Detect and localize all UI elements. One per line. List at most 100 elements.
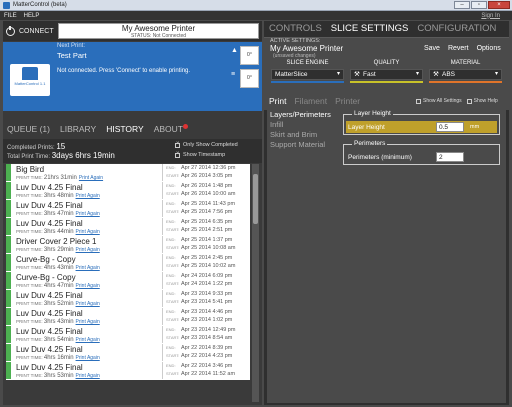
history-row[interactable]: Curve-Bg - Copy PRINT TIME: 4hrs 47min Pri… [6, 272, 250, 290]
settings-tab-bar: Print Filament Printer [269, 96, 368, 106]
print-again-link[interactable]: Print Again [76, 193, 100, 199]
category-skirt-brim[interactable]: Skirt and Brim [270, 130, 331, 140]
history-row[interactable]: Curve-Bg - Copy PRINT TIME: 4hrs 43min Pri… [6, 254, 250, 272]
options-button[interactable]: Options [477, 45, 501, 52]
print-again-link[interactable]: Print Again [76, 265, 100, 271]
only-completed-toggle[interactable]: Only Show Completed [175, 141, 238, 148]
maximize-button[interactable]: ▫ [471, 1, 487, 9]
print-again-link[interactable]: Print Again [76, 355, 100, 361]
history-row[interactable]: Luv Duv 4.25 Final PRINT TIME: 3hrs 53min… [6, 362, 250, 380]
show-timestamp-checkbox[interactable] [175, 151, 180, 158]
perimeters-row: Perimeters (minimum) [346, 151, 497, 163]
history-scrollbar-thumb[interactable] [253, 174, 258, 224]
end-label: END: [166, 183, 176, 188]
layer-height-unit: mm [470, 124, 480, 130]
print-time-value: 3hrs 54min [43, 337, 74, 343]
tab-filament[interactable]: Filament [294, 96, 327, 106]
connect-button[interactable]: CONNECT [6, 24, 56, 38]
revert-button[interactable]: Revert [448, 45, 469, 52]
start-label: START: [166, 353, 180, 358]
history-item-dates: END: Apr 23 2014 4:46 pm START: Apr 23 2014… [162, 308, 250, 325]
print-again-link[interactable]: Print Again [76, 247, 100, 253]
history-item-name: Luv Duv 4.25 Final [16, 201, 83, 210]
end-label: END: [166, 237, 176, 242]
bed-icon: ≡ [231, 71, 236, 78]
completed-indicator [6, 182, 11, 199]
start-date: Apr 25 2014 10:02 am [181, 263, 236, 269]
print-again-link[interactable]: Print Again [76, 283, 100, 289]
print-again-link[interactable]: Print Again [76, 373, 100, 379]
completed-indicator [6, 326, 11, 343]
sign-in-link[interactable]: Sign In [481, 13, 500, 19]
settings-content: Layers/Perimeters Infill Skirt and Brim … [267, 107, 506, 403]
history-item-print-time: PRINT TIME: 3hrs 54min Print Again [16, 337, 100, 343]
window-titlebar: MatterControl (beta) – ▫ × [0, 0, 512, 11]
history-row[interactable]: Big Bird PRINT TIME: 21hrs 31min Print Aga… [6, 164, 250, 182]
print-again-link[interactable]: Print Again [76, 229, 100, 235]
extruder-temp[interactable]: 0° [240, 46, 259, 65]
close-button[interactable]: × [488, 1, 510, 9]
tab-print[interactable]: Print [269, 96, 286, 106]
printer-selector[interactable]: My Awesome Printer STATUS: Not Connected [58, 23, 259, 39]
save-button[interactable]: Save [424, 45, 440, 52]
tab-about[interactable]: ABOUT [154, 124, 189, 138]
bed-temp[interactable]: 0° [240, 69, 259, 88]
history-item-name: Curve-Bg - Copy [16, 273, 76, 282]
history-item-dates: END: Apr 23 2014 12:49 pm START: Apr 23 201… [162, 326, 250, 343]
tab-printer[interactable]: Printer [335, 96, 360, 106]
history-row[interactable]: Luv Duv 4.25 Final PRINT TIME: 3hrs 44min… [6, 218, 250, 236]
print-time-label: PRINT TIME: [16, 373, 43, 378]
print-again-link[interactable]: Print Again [76, 301, 100, 307]
print-again-link[interactable]: Print Again [76, 211, 100, 217]
start-label: START: [166, 191, 180, 196]
quality-select[interactable]: ⚒ Fast [350, 69, 423, 80]
perimeters-group: Perimeters Perimeters (minimum) [343, 140, 500, 165]
history-row[interactable]: Luv Duv 4.25 Final PRINT TIME: 4hrs 16min… [6, 344, 250, 362]
history-row[interactable]: Luv Duv 4.25 Final PRINT TIME: 3hrs 48min… [6, 182, 250, 200]
print-again-link[interactable]: Print Again [76, 319, 100, 325]
layer-height-input[interactable] [436, 122, 464, 132]
print-again-link[interactable]: Print Again [76, 337, 100, 343]
show-help-checkbox[interactable] [466, 98, 472, 104]
extruder-icon: ▲ [231, 47, 238, 54]
tab-configuration[interactable]: CONFIGURATION [417, 23, 496, 34]
show-all-settings-checkbox[interactable] [416, 98, 421, 104]
completed-indicator [6, 272, 11, 289]
tab-history[interactable]: HISTORY [106, 124, 143, 138]
tab-slice-settings[interactable]: SLICE SETTINGS [331, 23, 409, 34]
print-time-label: PRINT TIME: [16, 229, 43, 234]
quality-value: Fast [363, 71, 376, 78]
material-color-bar [429, 81, 502, 83]
menu-help[interactable]: HELP [24, 13, 40, 19]
tab-queue[interactable]: QUEUE (1) [7, 124, 50, 138]
show-timestamp-toggle[interactable]: Show Timestamp [175, 151, 225, 158]
material-select[interactable]: ⚒ ABS [429, 69, 502, 80]
end-label: END: [166, 363, 176, 368]
history-item-dates: END: Apr 24 2014 6:09 pm START: Apr 24 2014… [162, 272, 250, 289]
history-row[interactable]: Luv Duv 4.25 Final PRINT TIME: 3hrs 47min… [6, 200, 250, 218]
only-completed-checkbox[interactable] [175, 141, 180, 148]
tab-controls[interactable]: CONTROLS [269, 23, 322, 34]
history-row[interactable]: Driver Cover 2 Piece 1 PRINT TIME: 3hrs 2… [6, 236, 250, 254]
perimeters-input[interactable] [436, 152, 464, 162]
category-layers-perimeters[interactable]: Layers/Perimeters [270, 110, 331, 120]
total-print-time: Total Print Time: 3days 6hrs 19min [7, 151, 115, 160]
menu-bar: FILE HELP Sign In [0, 11, 512, 20]
mattercontrol-logo: MatterControl 1.1 [10, 64, 50, 96]
history-row[interactable]: Luv Duv 4.25 Final PRINT TIME: 3hrs 52min… [6, 290, 250, 308]
history-row[interactable]: Luv Duv 4.25 Final PRINT TIME: 3hrs 54min… [6, 326, 250, 344]
history-row[interactable]: Luv Duv 4.25 Final PRINT TIME: 3hrs 43min… [6, 308, 250, 326]
menu-file[interactable]: FILE [4, 13, 17, 19]
history-scrollbar[interactable] [252, 164, 259, 402]
print-again-link[interactable]: Print Again [79, 175, 103, 181]
right-tab-bar: CONTROLS SLICE SETTINGS CONFIGURATION [269, 23, 505, 34]
minimize-button[interactable]: – [454, 1, 470, 9]
history-item-print-time: PRINT TIME: 3hrs 52min Print Again [16, 301, 100, 307]
category-infill[interactable]: Infill [270, 120, 331, 130]
slice-engine-color-bar [271, 81, 344, 83]
tab-library[interactable]: LIBRARY [60, 124, 96, 138]
category-support-material[interactable]: Support Material [270, 140, 331, 150]
slice-engine-select[interactable]: MatterSlice [271, 69, 344, 80]
show-help-label: Show Help [473, 98, 498, 104]
end-date: Apr 26 2014 1:48 pm [181, 183, 233, 189]
